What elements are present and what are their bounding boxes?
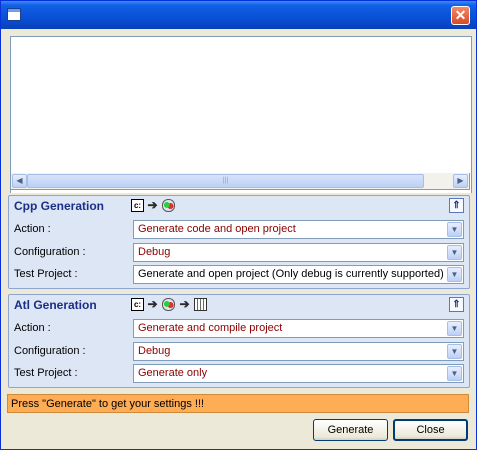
- cpp-pipeline-icons: c: ➔: [131, 199, 181, 213]
- atl-panel-title: Atl Generation: [14, 298, 97, 312]
- atl-configuration-label: Configuration :: [14, 345, 86, 357]
- close-icon: ✕: [454, 7, 467, 23]
- atl-configuration-select[interactable]: Debug ▼: [133, 342, 464, 361]
- collapse-up-icon: ⇑: [452, 200, 461, 211]
- close-button[interactable]: Close: [393, 419, 468, 441]
- compile-icon: [162, 199, 175, 212]
- cpp-configuration-label: Configuration :: [14, 246, 86, 258]
- atl-test-project-value: Generate only: [138, 367, 208, 379]
- atl-collapse-button[interactable]: ⇑: [449, 297, 464, 312]
- cpp-test-project-label: Test Project :: [14, 268, 78, 280]
- chevron-down-icon[interactable]: ▼: [447, 366, 462, 381]
- arrow-left-icon: ◀: [16, 176, 23, 185]
- cpp-test-project-select[interactable]: Generate and open project (Only debug is…: [133, 265, 464, 284]
- atl-generation-panel: Atl Generation c: ➔ ➔ ⇑ Action : Generat…: [8, 294, 470, 388]
- preview-area[interactable]: [10, 36, 472, 193]
- close-window-button[interactable]: ✕: [451, 6, 470, 25]
- cpp-action-label: Action :: [14, 223, 51, 235]
- settings-window: ✕ ◀ ||| ▶ Cpp Generation c: ➔ ⇑ Action :…: [0, 0, 477, 450]
- collapse-up-icon: ⇑: [452, 299, 461, 310]
- atl-action-value: Generate and compile project: [138, 322, 283, 334]
- arrow-icon: ➔: [147, 297, 158, 311]
- chevron-down-icon[interactable]: ▼: [447, 344, 462, 359]
- cpp-generation-panel: Cpp Generation c: ➔ ⇑ Action : Generate …: [8, 195, 470, 289]
- atl-action-select[interactable]: Generate and compile project ▼: [133, 319, 464, 338]
- chevron-down-icon[interactable]: ▼: [447, 222, 462, 237]
- cpp-panel-header: Cpp Generation c: ➔ ⇑: [9, 196, 469, 216]
- title-bar[interactable]: ✕: [1, 1, 476, 29]
- binary-icon: [194, 298, 207, 311]
- dialog-client: ◀ ||| ▶ Cpp Generation c: ➔ ⇑ Action : G…: [4, 30, 473, 446]
- cpp-action-select[interactable]: Generate code and open project ▼: [133, 220, 464, 239]
- chevron-down-icon[interactable]: ▼: [447, 245, 462, 260]
- arrow-icon: ➔: [179, 297, 190, 311]
- compile-icon: [162, 298, 175, 311]
- scroll-left-button[interactable]: ◀: [12, 174, 27, 188]
- cpp-configuration-select[interactable]: Debug ▼: [133, 243, 464, 262]
- atl-pipeline-icons: c: ➔ ➔: [131, 298, 211, 312]
- scroll-right-button[interactable]: ▶: [453, 174, 468, 188]
- atl-panel-header: Atl Generation c: ➔ ➔ ⇑: [9, 295, 469, 315]
- arrow-icon: ➔: [147, 198, 158, 212]
- status-bar: Press "Generate" to get your settings !!…: [7, 394, 469, 413]
- generate-button[interactable]: Generate: [313, 419, 388, 441]
- c-source-icon: c:: [131, 298, 144, 311]
- grip-icon: |||: [222, 177, 229, 184]
- horizontal-scrollbar[interactable]: ◀ ||| ▶: [10, 173, 470, 190]
- atl-configuration-value: Debug: [138, 345, 171, 357]
- atl-test-project-select[interactable]: Generate only ▼: [133, 364, 464, 383]
- cpp-panel-title: Cpp Generation: [14, 199, 105, 213]
- cpp-collapse-button[interactable]: ⇑: [449, 198, 464, 213]
- arrow-right-icon: ▶: [457, 176, 464, 185]
- cpp-action-value: Generate code and open project: [138, 223, 296, 235]
- chevron-down-icon[interactable]: ▼: [447, 267, 462, 282]
- atl-test-project-label: Test Project :: [14, 367, 78, 379]
- atl-action-label: Action :: [14, 322, 51, 334]
- scroll-thumb[interactable]: |||: [27, 174, 424, 188]
- cpp-test-project-value: Generate and open project (Only debug is…: [138, 268, 444, 280]
- status-message: Press "Generate" to get your settings !!…: [11, 398, 205, 410]
- window-icon: [7, 8, 21, 21]
- c-source-icon: c:: [131, 199, 144, 212]
- chevron-down-icon[interactable]: ▼: [447, 321, 462, 336]
- cpp-configuration-value: Debug: [138, 246, 171, 258]
